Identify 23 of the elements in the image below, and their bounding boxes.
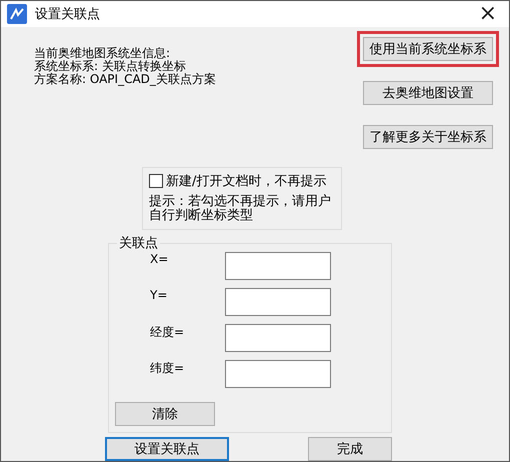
app-logo-icon [7,4,27,24]
no-prompt-checkbox[interactable]: 新建/打开文档时，不再提示 [149,172,335,190]
info-text: 当前奥维地图系统坐信息: [34,47,172,60]
dialog-button[interactable]: 设置关联点 [105,437,229,461]
input-field[interactable] [225,288,331,316]
input-field[interactable] [225,360,331,388]
info-text: 方案名称: OAPI_CAD_关联点方案 [34,73,216,86]
side-button[interactable]: 去奥维地图设置 [363,81,493,105]
clear-button[interactable]: 清除 [115,402,215,426]
window-title: 设置关联点 [35,6,101,23]
input-field[interactable] [225,252,331,280]
hint-text: 提示：若勾选不再提示，请用户自行判断坐标类型 [149,195,332,223]
info-text: 系统坐标系: 关联点转换坐标 [34,60,187,73]
field-label: 经度= [149,324,186,341]
side-button[interactable]: 使用当前系统坐标系 [363,37,493,61]
side-button[interactable]: 了解更多关于坐标系 [363,125,493,149]
field-label: Y= [149,288,168,304]
input-field[interactable] [225,324,331,352]
dialog-button[interactable]: 完成 [308,437,392,461]
group-title: 关联点 [118,235,159,252]
close-button[interactable]: × [474,3,501,25]
field-label: 纬度= [149,360,186,377]
field-label: X= [149,252,170,268]
